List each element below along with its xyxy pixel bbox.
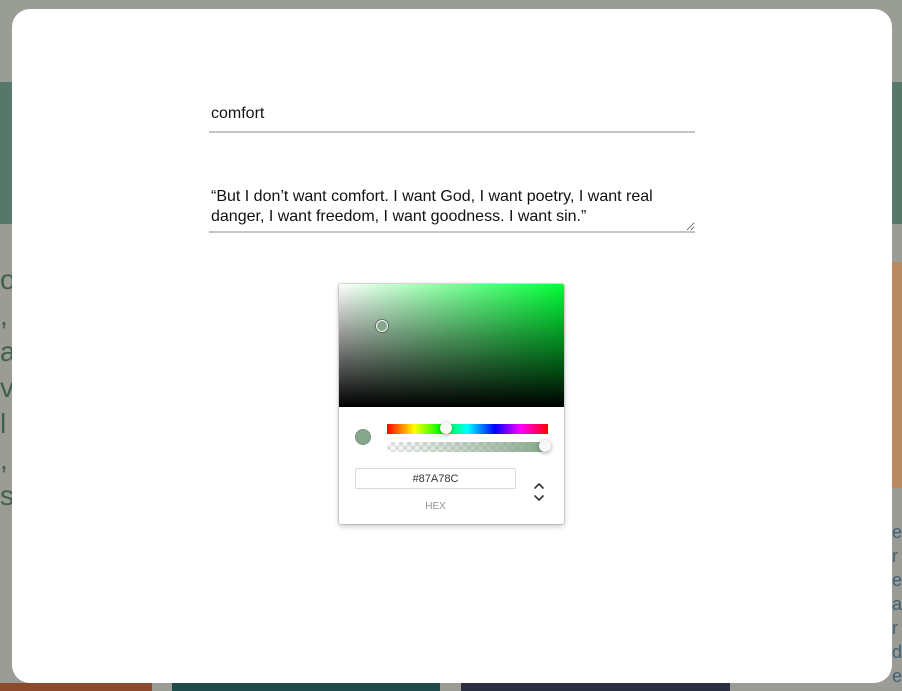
background-text-fragment: o,avl,s [0,264,12,511]
background-thumbnail [0,683,152,691]
background-thumbnail [461,683,730,691]
hex-input[interactable] [355,468,516,489]
current-color-swatch [355,429,371,445]
up-down-chevron-icon[interactable] [531,480,547,504]
edit-modal: “But I don’t want comfort. I want God, I… [12,9,892,683]
background-thumbnail [172,683,440,691]
hex-label: HEX [425,501,446,512]
alpha-slider-handle[interactable] [539,440,551,452]
title-input[interactable] [209,97,695,133]
quote-textarea[interactable]: “But I don’t want comfort. I want God, I… [209,187,695,233]
color-picker: HEX [339,284,564,524]
hue-slider-handle[interactable] [440,422,452,434]
saturation-area[interactable] [339,284,564,407]
saturation-pointer[interactable] [376,320,388,332]
alpha-slider[interactable] [387,442,548,452]
background-image-card [892,262,902,488]
background-text-fragment-right: erearde [892,522,902,686]
hue-slider[interactable] [387,424,548,434]
